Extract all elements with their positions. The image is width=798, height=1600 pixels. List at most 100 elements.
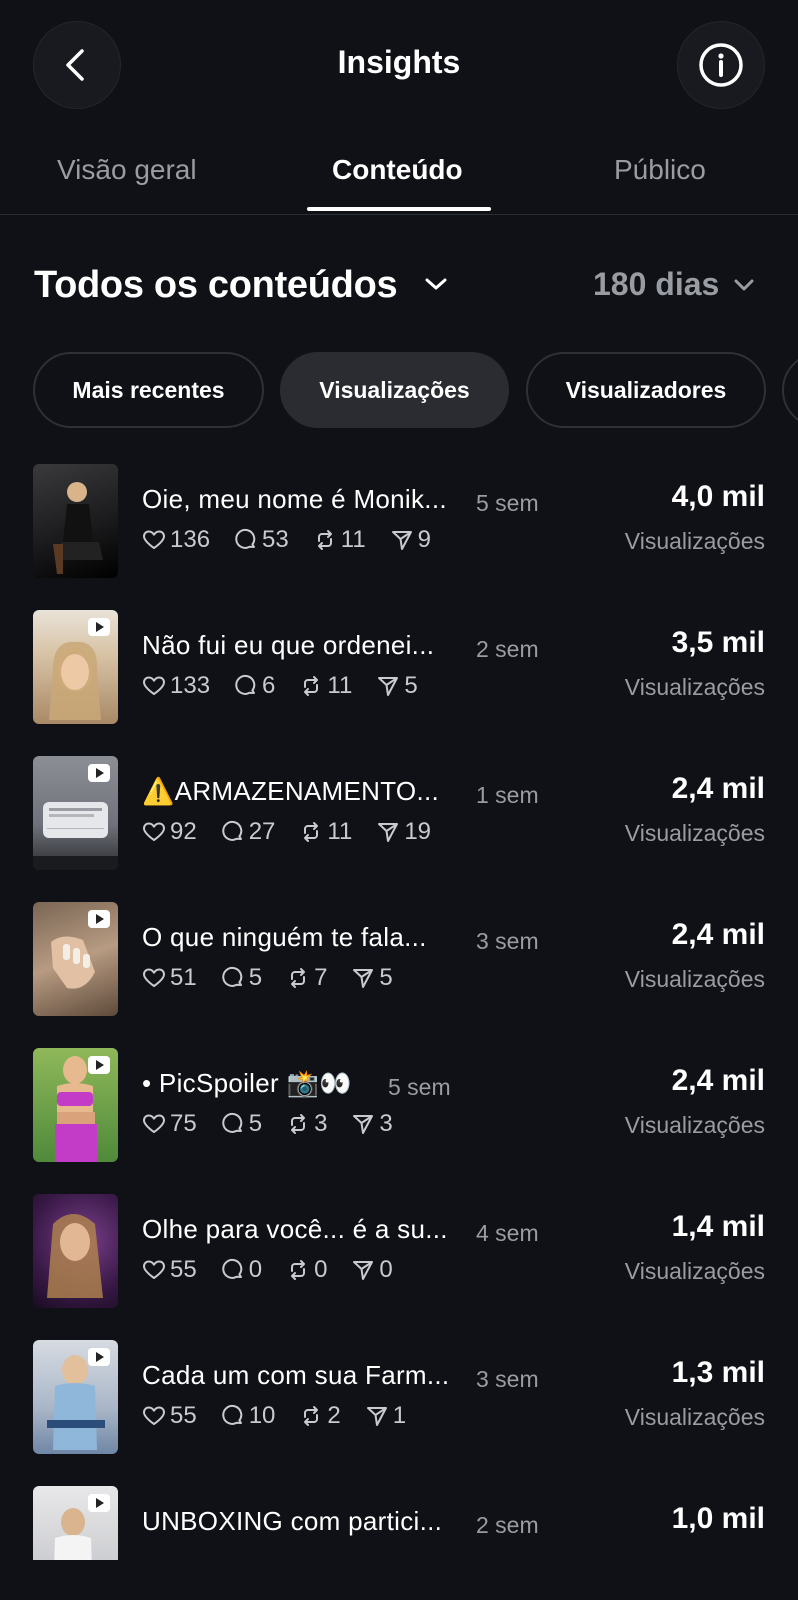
post-thumbnail [33,902,118,1016]
shares-stat: 0 [351,1256,393,1284]
likes-stat: 75 [142,1110,197,1138]
post-caption: Oie, meu nome é Monik... [142,484,447,514]
repost-icon [304,1406,319,1426]
post-age: 3 sem [476,1366,539,1392]
repost-icon [317,530,332,550]
reposts-count: 11 [327,818,353,845]
likes-stat: 136 [142,526,210,554]
post-thumbnail [33,1486,118,1560]
tab-content[interactable]: Conteúdo [332,154,463,186]
likes-stat: 92 [142,818,197,846]
chip-views[interactable]: Visualizações [280,352,509,428]
post-caption: O que ninguém te fala... [142,922,427,952]
heart-icon [143,1114,165,1133]
list-item[interactable]: UNBOXING com partici... 2 sem 1,0 mil [0,1484,798,1560]
post-caption: Olhe para você... é a su... [142,1214,448,1244]
post-stats: 92 27 11 19 [142,818,455,846]
chip-more[interactable] [782,352,798,428]
reposts-stat: 0 [286,1256,327,1284]
comments-count: 10 [248,1402,276,1429]
views-value: 1,4 mil [671,1210,765,1243]
shares-stat: 1 [365,1402,406,1430]
views-value: 2,4 mil [671,1064,765,1097]
reposts-stat: 11 [299,818,352,846]
likes-stat: 55 [142,1402,197,1430]
info-button[interactable] [677,21,765,109]
post-age: 1 sem [476,782,539,808]
chip-most-recent[interactable]: Mais recentes [33,352,264,428]
heart-icon [143,968,165,987]
comment-icon [221,966,242,987]
list-item[interactable]: Olhe para você... é a su... 4 sem 55 0 0… [0,1192,798,1338]
views-label: Visualizações [624,674,765,700]
list-item[interactable]: Não fui eu que ordenei... 2 sem 133 6 11… [0,608,798,754]
likes-count: 51 [170,964,197,991]
share-icon [353,1261,374,1280]
share-icon [366,1407,387,1426]
post-caption: UNBOXING com partici... [142,1506,443,1536]
views-label: Visualizações [624,1112,765,1138]
likes-stat: 55 [142,1256,197,1284]
chip-viewers[interactable]: Visualizadores [526,352,766,428]
views-value: 1,3 mil [671,1356,765,1389]
comments-stat: 27 [221,818,276,846]
period-dropdown[interactable]: 180 dias [593,266,719,303]
tab-audience[interactable]: Público [614,154,706,186]
post-thumbnail [33,1340,118,1454]
reposts-stat: 11 [313,526,366,554]
header: Insights [0,0,798,130]
chevron-down-icon[interactable] [424,276,448,292]
post-stats: 55 0 0 0 [142,1256,417,1284]
comments-stat: 0 [221,1256,262,1284]
views-label: Visualizações [624,820,765,846]
comment-icon [221,1112,242,1133]
tab-overview[interactable]: Visão geral [57,154,197,186]
likes-count: 92 [170,818,197,845]
content-type-dropdown[interactable]: Todos os conteúdos [34,264,398,307]
list-item[interactable]: Cada um com sua Farm... 3 sem 55 10 2 1 … [0,1338,798,1484]
views-label: Visualizações [624,1258,765,1284]
video-badge-icon [88,1494,110,1512]
heart-icon [143,676,165,695]
likes-count: 55 [170,1256,197,1283]
views-value: 3,5 mil [671,626,765,659]
comments-count: 5 [248,964,263,991]
post-age: 5 sem [388,1074,451,1100]
views-value: 1,0 mil [671,1502,765,1535]
list-item[interactable]: ⚠️ARMAZENAMENTO... 1 sem 92 27 11 19 2,4… [0,754,798,900]
repost-icon [291,1114,306,1134]
reposts-stat: 3 [286,1110,327,1138]
post-caption: • PicSpoiler 📸👀 [142,1068,352,1098]
post-stats: 136 53 11 9 [142,526,455,554]
active-tab-indicator [307,207,491,211]
shares-stat: 5 [376,672,418,700]
likes-count: 133 [170,672,211,699]
video-badge-icon [88,910,110,928]
content-list: Oie, meu nome é Monik... 5 sem 136 53 11… [0,462,798,1560]
shares-stat: 19 [376,818,431,846]
comment-icon [235,528,256,549]
share-icon [391,531,412,550]
comments-count: 5 [248,1110,263,1137]
reposts-stat: 2 [299,1402,341,1430]
comment-icon [221,1258,242,1279]
reposts-count: 7 [314,964,328,991]
post-caption: ⚠️ARMAZENAMENTO... [142,776,440,806]
list-item[interactable]: O que ninguém te fala... 3 sem 51 5 7 5 … [0,900,798,1046]
comments-count: 0 [248,1256,263,1283]
comments-count: 27 [248,818,276,845]
post-stats: 75 5 3 3 [142,1110,417,1138]
post-stats: 133 6 11 5 [142,672,442,700]
post-stats: 51 5 7 5 [142,964,417,992]
shares-count: 1 [392,1402,407,1429]
video-badge-icon [88,1348,110,1366]
list-item[interactable]: • PicSpoiler 📸👀 5 sem 75 5 3 3 2,4 mil V… [0,1046,798,1192]
post-age: 4 sem [476,1220,539,1246]
chevron-down-icon[interactable] [733,278,755,292]
likes-count: 75 [170,1110,197,1137]
shares-count: 5 [404,672,418,699]
list-item[interactable]: Oie, meu nome é Monik... 5 sem 136 53 11… [0,462,798,608]
reposts-count: 0 [314,1256,328,1283]
video-badge-icon [88,618,110,636]
comment-icon [221,1404,242,1425]
